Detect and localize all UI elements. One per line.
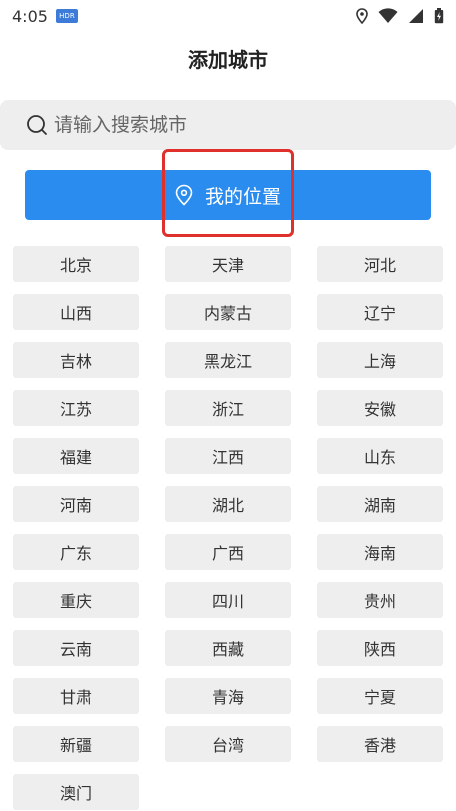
city-item[interactable]: 香港 — [317, 726, 443, 762]
city-item[interactable]: 青海 — [165, 678, 291, 714]
status-time: 4:05 — [12, 6, 48, 26]
city-item[interactable]: 宁夏 — [317, 678, 443, 714]
city-item[interactable]: 湖南 — [317, 486, 443, 522]
status-bar: 4:05 HDR — [0, 0, 456, 32]
city-item[interactable]: 天津 — [165, 246, 291, 282]
location-icon — [356, 8, 368, 24]
city-item[interactable]: 四川 — [165, 582, 291, 618]
city-item[interactable]: 上海 — [317, 342, 443, 378]
battery-icon — [434, 8, 444, 24]
location-pin-icon — [175, 184, 193, 206]
page-title: 添加城市 — [188, 48, 268, 72]
city-item[interactable]: 北京 — [13, 246, 139, 282]
city-item[interactable]: 云南 — [13, 630, 139, 666]
signal-icon — [409, 9, 423, 23]
city-item[interactable]: 澳门 — [13, 774, 139, 810]
city-item[interactable]: 广东 — [13, 534, 139, 570]
city-item[interactable]: 山东 — [317, 438, 443, 474]
search-bar[interactable] — [0, 100, 456, 150]
city-item[interactable]: 湖北 — [165, 486, 291, 522]
city-item[interactable]: 福建 — [13, 438, 139, 474]
city-item[interactable]: 吉林 — [13, 342, 139, 378]
search-input[interactable] — [54, 114, 456, 136]
city-item[interactable]: 甘肃 — [13, 678, 139, 714]
city-item[interactable]: 河北 — [317, 246, 443, 282]
app-notification-icon: HDR — [55, 9, 78, 23]
city-item[interactable]: 重庆 — [13, 582, 139, 618]
city-item[interactable]: 新疆 — [13, 726, 139, 762]
city-item[interactable]: 广西 — [165, 534, 291, 570]
city-item[interactable]: 河南 — [13, 486, 139, 522]
city-item[interactable]: 山西 — [13, 294, 139, 330]
province-grid: 北京 天津 河北山西 内蒙古 辽宁吉林 黑龙江 上海江苏 浙江 安徽福建 江西 山东河南 湖北 湖南广东… — [13, 246, 443, 810]
my-location-label: 我的位置 — [204, 185, 281, 208]
my-location-button[interactable]: 我的位置 — [25, 170, 431, 220]
city-item[interactable]: 浙江 — [165, 390, 291, 426]
city-item[interactable]: 陕西 — [317, 630, 443, 666]
city-item[interactable]: 海南 — [317, 534, 443, 570]
city-item[interactable]: 江苏 — [13, 390, 139, 426]
wifi-icon — [378, 8, 398, 23]
city-item[interactable]: 内蒙古 — [165, 294, 291, 330]
city-item[interactable]: 台湾 — [165, 726, 291, 762]
city-item[interactable]: 黑龙江 — [165, 342, 291, 378]
page: 4:05 HDR 添加城市 请输入搜索城市 我的位置 北京 天津 河北 山西 内… — [0, 0, 456, 811]
status-icons — [356, 8, 444, 24]
search-icon — [27, 115, 47, 135]
city-item[interactable]: 贵州 — [317, 582, 443, 618]
city-item[interactable]: 西藏 — [165, 630, 291, 666]
city-item[interactable]: 江西 — [165, 438, 291, 474]
city-item[interactable]: 辽宁 — [317, 294, 443, 330]
city-item[interactable]: 安徽 — [317, 390, 443, 426]
